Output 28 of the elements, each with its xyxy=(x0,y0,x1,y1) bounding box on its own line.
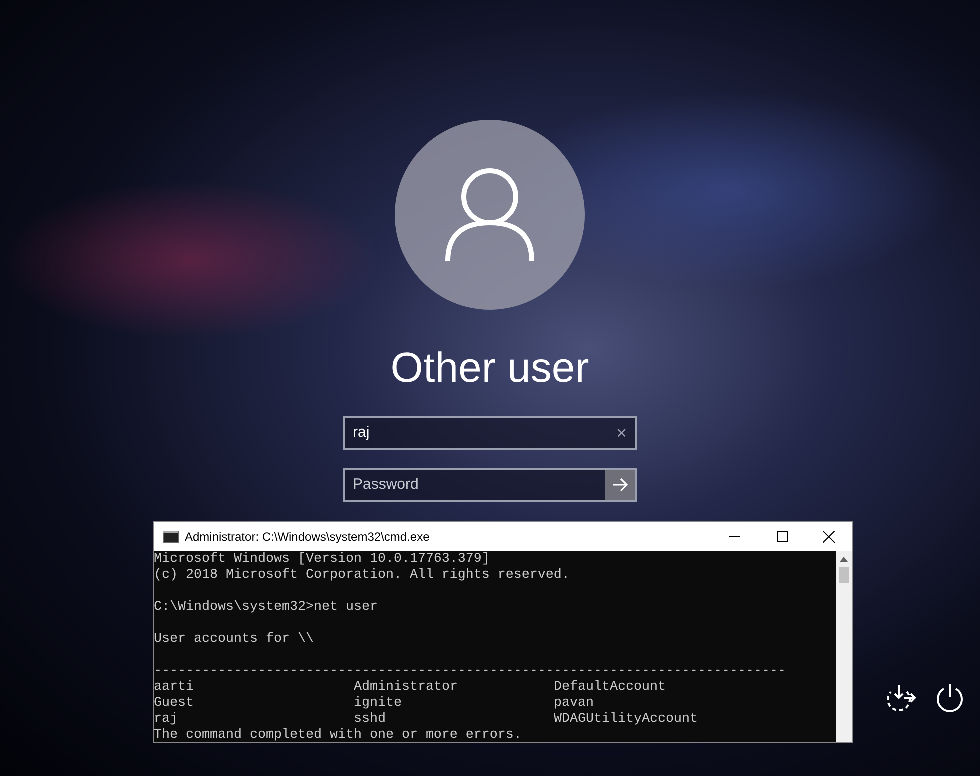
user-icon xyxy=(444,167,536,263)
scroll-thumb[interactable] xyxy=(839,567,849,583)
console-cell: raj xyxy=(154,712,178,727)
console-cell: aarti xyxy=(154,680,194,695)
console-cell: ignite xyxy=(354,696,402,711)
console-cell: Administrator xyxy=(354,680,458,695)
console-line: C:\Windows\system32>net user xyxy=(154,600,379,616)
console-cell: WDAGUtilityAccount xyxy=(554,712,698,727)
console-line: The command completed with one or more errors. xyxy=(154,728,523,742)
console-line: ------------------------------------------------------------------------------- xyxy=(154,664,787,680)
clear-button[interactable]: × xyxy=(616,420,627,446)
power-icon[interactable] xyxy=(936,683,964,713)
user-name: Other user xyxy=(390,343,590,393)
username-field[interactable]: raj × xyxy=(343,416,637,450)
console-line: (c) 2018 Microsoft Corporation. All rights reserved. xyxy=(154,568,571,584)
accessibility-icon[interactable] xyxy=(887,684,917,712)
console-cell: Guest xyxy=(154,696,194,711)
console-cell: sshd xyxy=(354,712,386,727)
console-line: Microsoft Windows [Version 10.0.17763.379] xyxy=(154,552,491,568)
console-cell: pavan xyxy=(554,696,594,711)
maximize-icon[interactable] xyxy=(777,531,788,542)
console-cell: DefaultAccount xyxy=(554,680,666,695)
window-title: Administrator: C:\Windows\system32\cmd.exe xyxy=(185,528,431,546)
scrollbar[interactable] xyxy=(836,551,852,742)
console-app-icon xyxy=(163,530,179,542)
close-icon[interactable] xyxy=(823,530,835,542)
scroll-up-icon[interactable] xyxy=(840,557,848,562)
console-line: User accounts for \\ xyxy=(154,632,315,648)
